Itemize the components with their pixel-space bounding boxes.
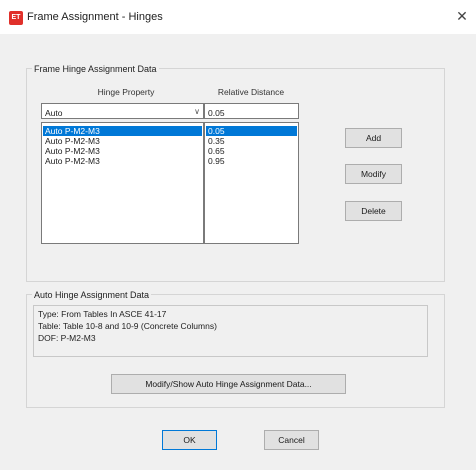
relative-distance-header: Relative Distance	[217, 87, 285, 97]
add-button[interactable]: Add	[345, 128, 402, 148]
ok-button[interactable]: OK	[162, 430, 217, 450]
relative-distance-list[interactable]: 0.05 0.35 0.65 0.95	[204, 122, 299, 244]
hinge-assignment-group-label: Frame Hinge Assignment Data	[32, 64, 159, 74]
modify-show-auto-hinge-button[interactable]: Modify/Show Auto Hinge Assignment Data..…	[111, 374, 346, 394]
auto-hinge-dof: DOF: P-M2-M3	[38, 333, 96, 343]
window-title: Frame Assignment - Hinges	[27, 11, 163, 23]
hinge-property-value: Auto	[45, 108, 63, 118]
list-item[interactable]: Auto P-M2-M3	[43, 136, 202, 146]
relative-distance-input[interactable]: 0.05	[204, 103, 299, 119]
delete-button[interactable]: Delete	[345, 201, 402, 221]
cancel-button[interactable]: Cancel	[264, 430, 319, 450]
hinge-property-dropdown[interactable]: Auto ∨	[41, 103, 204, 119]
list-item[interactable]: 0.95	[206, 156, 297, 166]
list-item[interactable]: 0.05	[206, 126, 297, 136]
list-item[interactable]: Auto P-M2-M3	[43, 126, 202, 136]
chevron-down-icon[interactable]: ∨	[194, 107, 200, 116]
auto-hinge-group-label: Auto Hinge Assignment Data	[32, 290, 152, 300]
auto-hinge-table: Table: Table 10-8 and 10-9 (Concrete Col…	[38, 321, 217, 331]
list-item[interactable]: Auto P-M2-M3	[43, 146, 202, 156]
title-bar: ET Frame Assignment - Hinges ✕	[0, 0, 476, 34]
close-icon[interactable]: ✕	[453, 6, 471, 26]
hinge-property-list[interactable]: Auto P-M2-M3 Auto P-M2-M3 Auto P-M2-M3 A…	[41, 122, 204, 244]
auto-hinge-info-box: Type: From Tables In ASCE 41-17 Table: T…	[33, 305, 428, 357]
list-item[interactable]: Auto P-M2-M3	[43, 156, 202, 166]
list-item[interactable]: 0.65	[206, 146, 297, 156]
relative-distance-value: 0.05	[208, 108, 225, 118]
list-item[interactable]: 0.35	[206, 136, 297, 146]
app-icon: ET	[9, 11, 23, 25]
auto-hinge-type: Type: From Tables In ASCE 41-17	[38, 309, 167, 319]
modify-button[interactable]: Modify	[345, 164, 402, 184]
hinge-property-header: Hinge Property	[97, 87, 155, 97]
